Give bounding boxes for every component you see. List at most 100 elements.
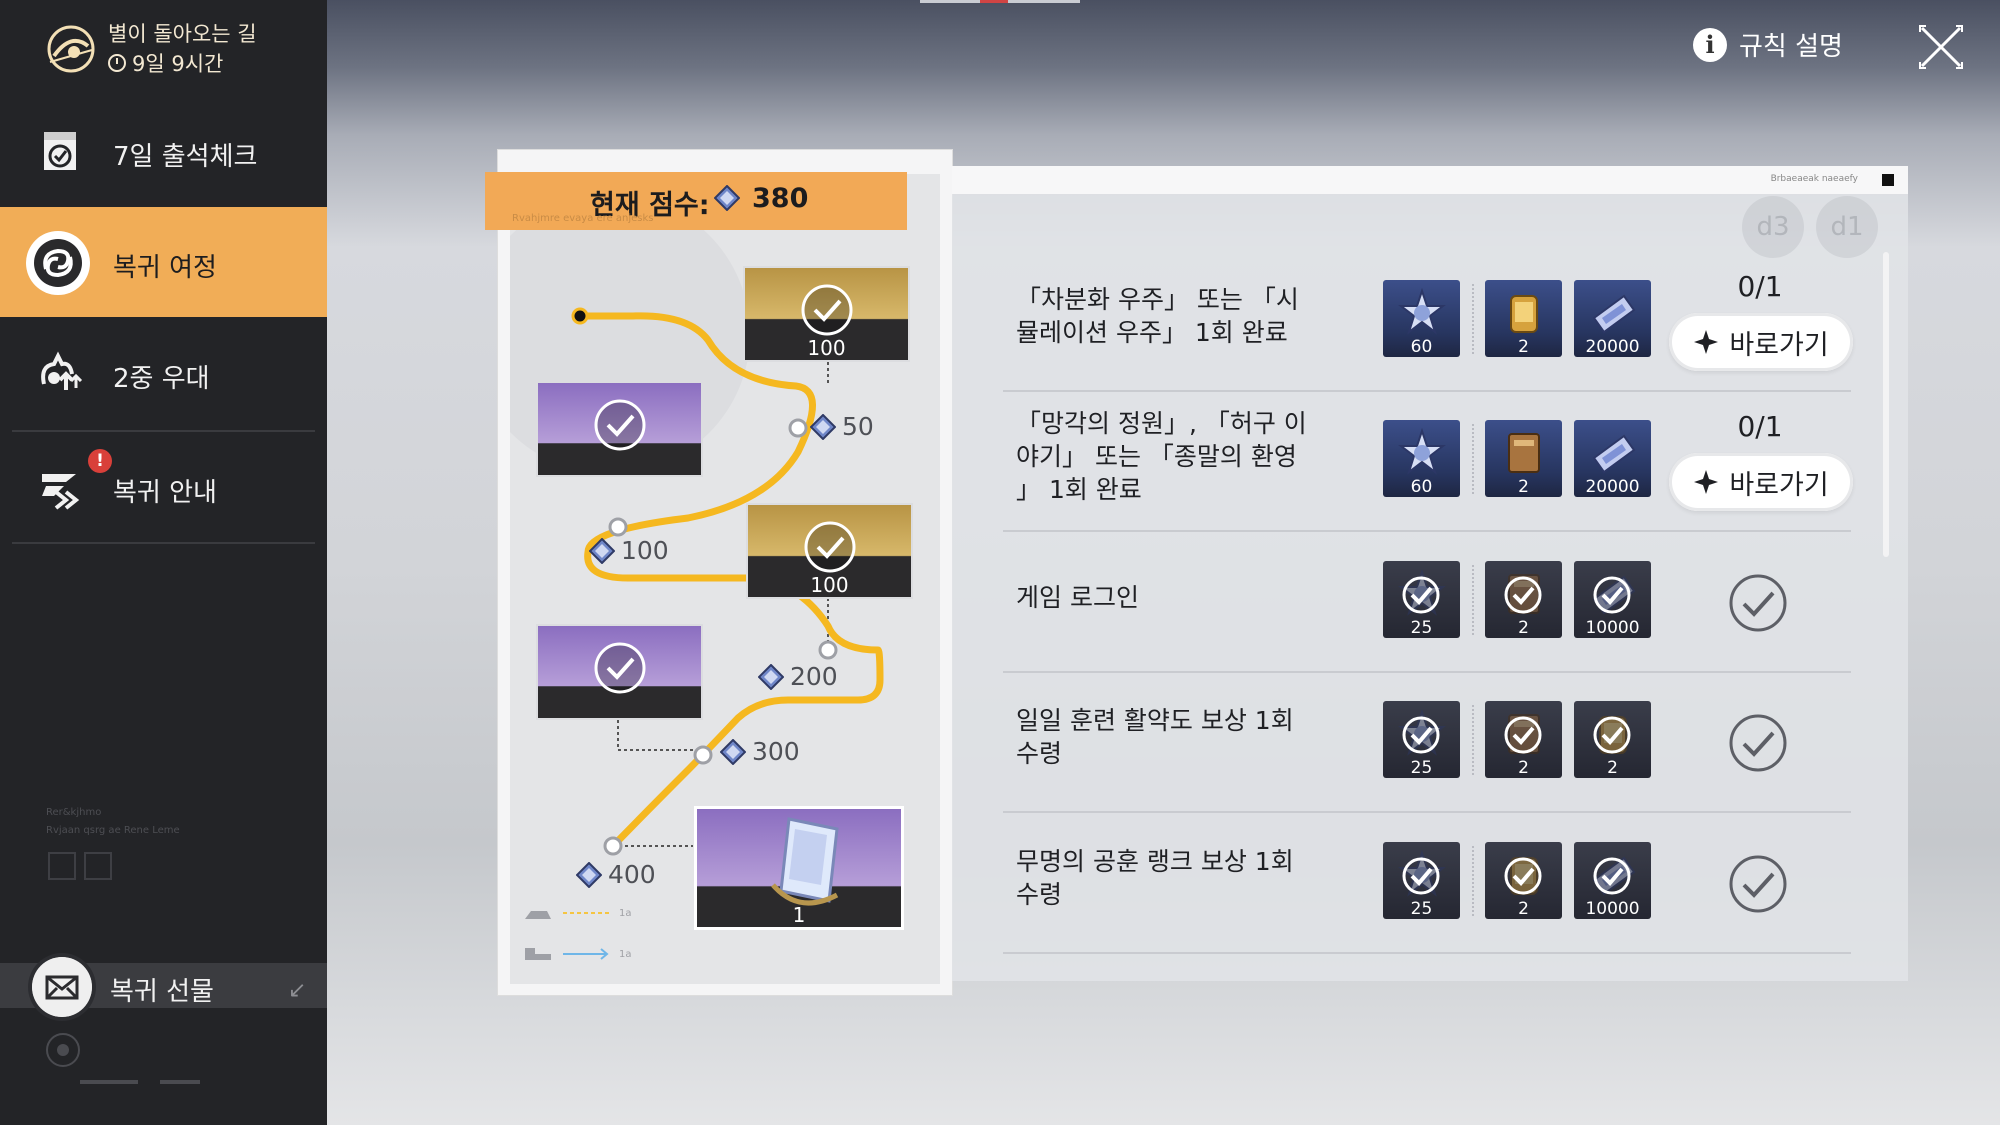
claimed-check-icon: [1593, 576, 1631, 614]
check-circle-icon: [594, 642, 645, 694]
journey-reward-05[interactable]: 1: [694, 806, 904, 930]
task-description-line: 게임 로그인: [1016, 582, 1139, 612]
deco-circle: d3: [1742, 196, 1804, 258]
task-description-line: 야기」 또는 「종말의 환영: [1016, 441, 1297, 471]
reward-qty: 100: [810, 573, 849, 597]
star-arrow-icon: [1694, 330, 1719, 354]
task-scrollbar[interactable]: [1883, 252, 1889, 557]
star-arrow-icon: [1694, 470, 1719, 494]
claimed-check-icon: [1593, 716, 1631, 754]
reward-qty: 25: [1410, 758, 1433, 778]
reward-qty: 2: [1518, 618, 1529, 638]
reward-qty: 1: [792, 903, 806, 927]
task-reward-item[interactable]: 2: [1485, 842, 1562, 919]
task-reward-item[interactable]: 2: [1574, 701, 1651, 778]
deco-square-icon: [84, 852, 112, 880]
gem-icon: [810, 413, 836, 440]
star-pass-icon: [1398, 428, 1446, 475]
task-description: 무명의 공훈 랭크 보상 1회 수령: [1016, 845, 1346, 911]
task-reward-item[interactable]: 60: [1383, 420, 1460, 497]
sidebar-deco-text: Rer&kjhmo Rvjaan qsrg ae Rene Leme: [46, 804, 180, 840]
task-description-line: 무명의 공훈 랭크 보상 1회: [1016, 847, 1294, 876]
sidebar-item-label: 7일 출석체크: [113, 142, 258, 172]
event-title: 별이 돌아오는 길: [108, 22, 257, 46]
completed-check-icon: [1729, 574, 1787, 632]
close-icon[interactable]: [1918, 24, 1964, 70]
reward-qty: 60: [1410, 337, 1433, 357]
gold-jar-icon: [1510, 295, 1538, 333]
item-separator: [1472, 284, 1476, 354]
task-reward-item[interactable]: 2: [1485, 561, 1562, 638]
task-reward-item[interactable]: 20000: [1574, 420, 1651, 497]
claimed-check-icon: [1504, 576, 1542, 614]
sidebar-item-return-guide[interactable]: 복귀 안내: [0, 432, 327, 542]
claimed-check-icon: [1593, 857, 1631, 895]
reward-qty: 25: [1410, 899, 1433, 919]
sidebar-deco-icons: [48, 852, 112, 880]
credit-card-icon: [1592, 294, 1636, 334]
stack-icon: [525, 948, 551, 960]
arrow-line-icon: [563, 948, 609, 960]
task-reward-item[interactable]: 10000: [1574, 561, 1651, 638]
rules-button[interactable]: i 규칙 설명: [1693, 26, 1843, 63]
clock-icon: [108, 54, 126, 72]
task-description: 게임 로그인: [1016, 581, 1346, 614]
star-pass-icon: [1398, 288, 1446, 335]
node-score: 200: [790, 662, 838, 691]
claimed-check-icon: [1402, 716, 1440, 754]
diagonal-arrow-icon: ↙: [288, 978, 307, 1003]
deco-square-icon: [48, 852, 76, 880]
item-separator: [1472, 846, 1476, 916]
task-reward-item[interactable]: 10000: [1574, 842, 1651, 919]
item-separator: [1472, 705, 1476, 775]
reward-qty: 2: [1518, 899, 1529, 919]
legend-row-2: 1a: [523, 946, 632, 962]
path-node-400: 400: [576, 860, 656, 889]
sidebar-item-label: 복귀 여정: [113, 253, 217, 283]
journey-reward-04[interactable]: [536, 624, 703, 720]
task-reward-item[interactable]: 2: [1485, 280, 1562, 357]
cat-arrow-icon: [41, 351, 83, 390]
goto-button-label: 바로가기: [1729, 469, 1829, 501]
calendar-check-icon: [44, 132, 76, 170]
task-description-line: 뮬레이션 우주」 1회 완료: [1016, 318, 1288, 347]
dashed-line-icon: [563, 912, 609, 914]
task-reward-item[interactable]: 20000: [1574, 280, 1651, 357]
sidebar-item-double-bonus[interactable]: 2중 우대: [0, 318, 327, 428]
task-progress: 0/1: [1737, 270, 1783, 303]
item-separator: [1472, 424, 1476, 494]
task-reward-item[interactable]: 60: [1383, 280, 1460, 357]
event-timer-text: 9일 9시간: [132, 52, 224, 76]
sidebar-item-attendance[interactable]: 7일 출석체크: [0, 96, 327, 206]
row-divider: [1003, 811, 1851, 813]
completed-check-icon: [1729, 855, 1787, 913]
task-description-line: 」 1회 완료: [1016, 474, 1142, 504]
envelope-icon[interactable]: [32, 957, 92, 1017]
journey-reward-01[interactable]: 100: [743, 266, 910, 362]
node-score: 100: [621, 536, 669, 565]
completed-check-icon: [1729, 714, 1787, 772]
task-reward-item[interactable]: 25: [1383, 561, 1460, 638]
task-description-line: 수령: [1016, 739, 1063, 768]
goto-button[interactable]: 바로가기: [1669, 453, 1853, 511]
node-score: 400: [608, 860, 656, 889]
claimed-check-icon: [1402, 857, 1440, 895]
path-node-200: 200: [758, 662, 838, 691]
event-timer: 9일 9시간: [108, 48, 223, 78]
journey-reward-02[interactable]: [536, 381, 703, 477]
task-description: 일일 훈련 활약도 보상 1회 수령: [1016, 704, 1346, 770]
task-reward-item[interactable]: 2: [1485, 420, 1562, 497]
goto-button[interactable]: 바로가기: [1669, 313, 1853, 371]
legend-label: 1a: [619, 948, 632, 960]
journey-reward-03[interactable]: 100: [746, 503, 913, 599]
path-node-50: 50: [810, 412, 874, 441]
reward-qty: 20000: [1585, 477, 1640, 497]
task-reward-item[interactable]: 25: [1383, 701, 1460, 778]
gem-icon: [576, 861, 602, 888]
task-reward-item[interactable]: 2: [1485, 701, 1562, 778]
task-reward-item[interactable]: 25: [1383, 842, 1460, 919]
deco-circles: d3 d1: [1742, 196, 1878, 258]
legend-row-1: 1a: [523, 905, 632, 921]
sidebar-item-return-journey[interactable]: 복귀 여정: [0, 207, 327, 317]
return-gift-label[interactable]: 복귀 선물: [110, 971, 214, 1008]
